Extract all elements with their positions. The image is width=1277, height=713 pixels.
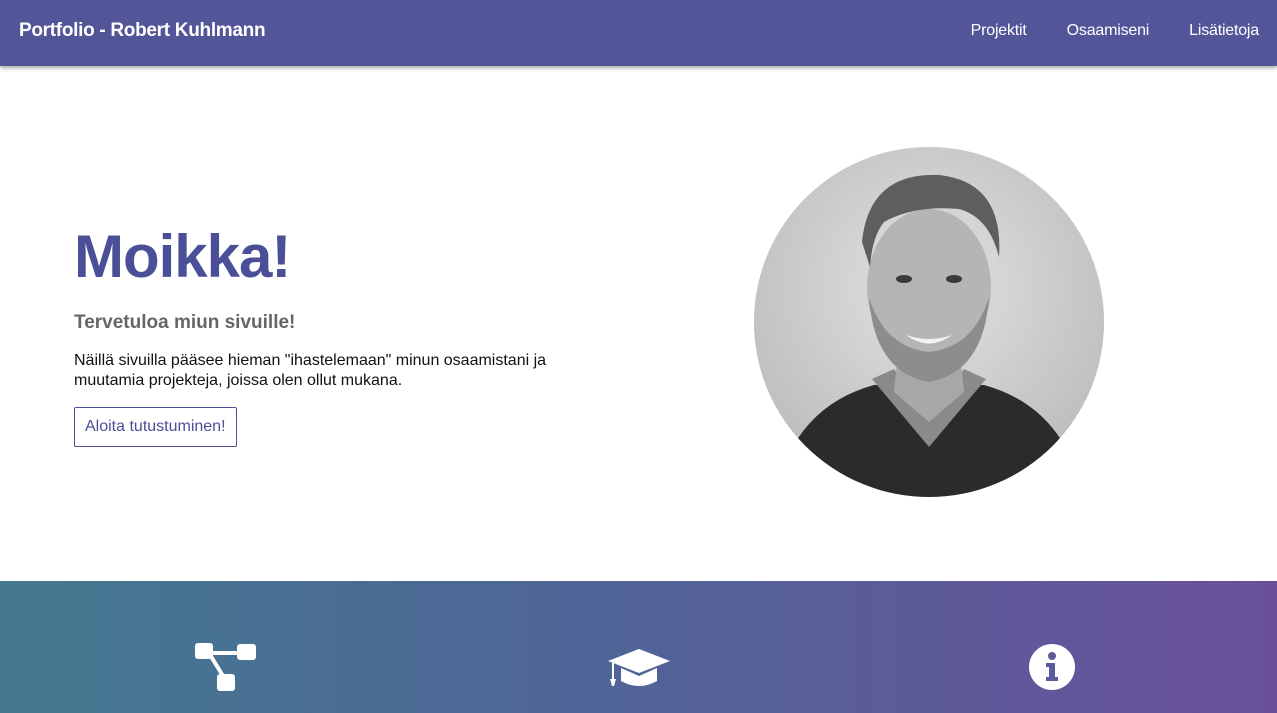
start-exploring-button[interactable]: Aloita tutustuminen! (74, 407, 237, 447)
features-band (0, 581, 1277, 713)
nav-links: Projektit Osaamiseni Lisätietoja (971, 22, 1260, 40)
nav-link-osaamiseni[interactable]: Osaamiseni (1067, 22, 1150, 40)
graduation-cap-icon[interactable] (608, 649, 670, 689)
sitemap-icon[interactable] (195, 643, 257, 693)
hero-description: Näillä sivuilla pääsee hieman "ihastelem… (74, 352, 547, 389)
hero-section: Moikka! Tervetuloa miun sivuille! Näillä… (74, 222, 614, 447)
profile-portrait (754, 147, 1104, 497)
hero-subtitle: Tervetuloa miun sivuille! (74, 312, 296, 333)
portrait-photo (754, 147, 1104, 497)
hero-title: Moikka! (74, 223, 291, 290)
brand-title[interactable]: Portfolio - Robert Kuhlmann (19, 20, 266, 42)
nav-link-projektit[interactable]: Projektit (971, 22, 1027, 40)
nav-link-lisatietoja[interactable]: Lisätietoja (1189, 22, 1259, 40)
top-navbar: Portfolio - Robert Kuhlmann Projektit Os… (0, 0, 1277, 66)
info-circle-icon[interactable] (1028, 643, 1076, 691)
